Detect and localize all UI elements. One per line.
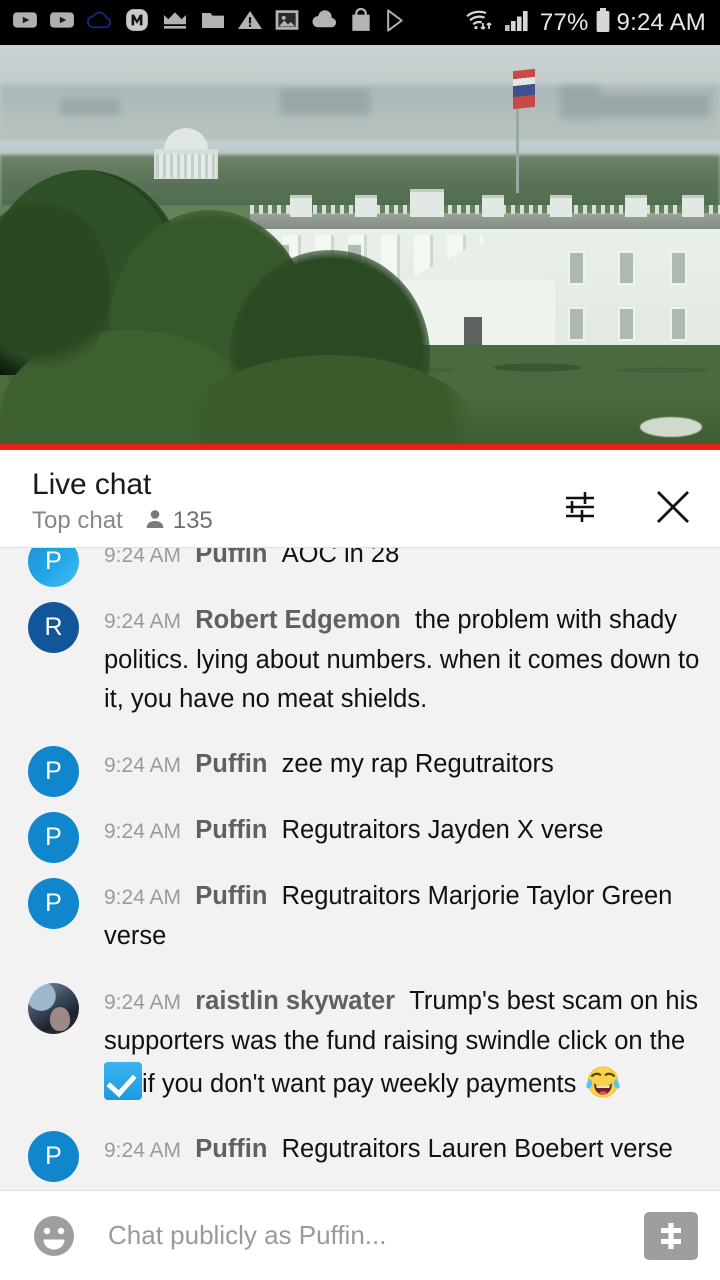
- chat-input[interactable]: [80, 1220, 644, 1251]
- chat-message[interactable]: R 9:24 AM Robert Edgemon the problem wit…: [0, 588, 720, 732]
- page-title: Live chat: [32, 468, 152, 501]
- video-frame-white-house: [0, 45, 720, 450]
- dollar-superchat-icon[interactable]: [644, 1211, 698, 1260]
- battery-icon: [595, 7, 611, 39]
- photo-icon: [274, 8, 300, 37]
- live-chat-header: Live chat Top chat 135: [0, 450, 720, 547]
- chat-message[interactable]: P 9:24 AM Puffin Regutraitors Jayden X v…: [0, 798, 720, 864]
- emoji-smiley-icon[interactable]: [28, 1210, 80, 1262]
- avatar-letter: P: [45, 889, 62, 917]
- avatar[interactable]: P: [28, 547, 79, 587]
- live-chat-header-text: Live chat Top chat 135: [32, 466, 558, 536]
- message-timestamp: 9:24 AM: [104, 820, 182, 843]
- chat-message-text: 9:24 AM Puffin Regutraitors Marjorie Tay…: [104, 877, 702, 956]
- message-timestamp: 9:24 AM: [104, 754, 182, 777]
- crown-icon: [161, 8, 189, 37]
- cellular-signal-icon: [504, 8, 534, 37]
- message-author[interactable]: Puffin: [195, 750, 267, 778]
- avatar-letter: P: [45, 1142, 62, 1170]
- chat-input-bar: [0, 1190, 720, 1280]
- message-author[interactable]: Puffin: [195, 816, 267, 844]
- warning-triangle-icon: [237, 8, 263, 37]
- city-haze: [0, 85, 720, 145]
- avatar[interactable]: P: [28, 878, 79, 929]
- chat-message-text: 9:24 AM Puffin AOC in 28: [104, 547, 702, 575]
- chat-message-text: 9:24 AM Puffin Regutraitors Lauren Boebe…: [104, 1130, 702, 1170]
- message-body-before: Trump's best scam on his supporters was …: [104, 987, 699, 1055]
- chat-message-list[interactable]: P 9:24 AM Puffin AOC in 28 R 9:24 AM Rob…: [0, 547, 720, 1190]
- wifi-icon: [464, 7, 498, 38]
- chat-message[interactable]: P 9:24 AM Puffin zee my rap Regutraitors: [0, 732, 720, 798]
- chat-message-text: 9:24 AM Puffin zee my rap Regutraitors: [104, 745, 702, 785]
- avatar[interactable]: R: [28, 602, 79, 653]
- m-badge-icon: [124, 7, 150, 38]
- chat-message-text: 9:24 AM raistlin skywater Trump's best s…: [104, 982, 702, 1104]
- avatar[interactable]: [28, 983, 79, 1034]
- message-author[interactable]: raistlin skywater: [195, 987, 395, 1015]
- chat-message[interactable]: 9:24 AM raistlin skywater Trump's best s…: [0, 969, 720, 1117]
- avatar-letter: R: [44, 613, 63, 641]
- chat-subheader: Top chat 135: [32, 506, 558, 536]
- face-with-tears-of-joy-emoji: [583, 1061, 623, 1101]
- white-check-mark-emoji: [104, 1062, 142, 1100]
- message-author[interactable]: Puffin: [195, 548, 267, 568]
- us-flag: [513, 68, 535, 110]
- chat-mode-label[interactable]: Top chat: [32, 506, 123, 536]
- message-author[interactable]: Puffin: [195, 1135, 267, 1163]
- message-body: Regutraitors Lauren Boebert verse: [281, 1135, 673, 1163]
- avatar-letter: P: [45, 547, 62, 575]
- viewer-count-label: 135: [172, 507, 213, 534]
- clock-label: 9:24 AM: [616, 8, 706, 36]
- play-store-icon: [384, 8, 409, 38]
- youtube-icon: [12, 7, 38, 38]
- live-chat-header-actions: [558, 466, 702, 530]
- message-body: the problem with shady politics. lying a…: [104, 606, 700, 713]
- status-bar-system-icons: 77% 9:24 AM: [464, 7, 706, 39]
- cloud-outline-icon: [86, 7, 113, 38]
- battery-percent-label: 77%: [539, 8, 589, 36]
- message-timestamp: 9:24 AM: [104, 991, 182, 1014]
- close-icon[interactable]: [650, 484, 696, 530]
- chat-message[interactable]: P 9:24 AM Puffin AOC in 28: [0, 547, 720, 588]
- avatar[interactable]: P: [28, 746, 79, 797]
- youtube-icon-2: [49, 7, 75, 38]
- message-body: AOC in 28: [281, 547, 400, 568]
- person-icon: [143, 507, 167, 536]
- tune-settings-icon[interactable]: [558, 485, 602, 529]
- chat-message[interactable]: P 9:24 AM Puffin Regutraitors Lauren Boe…: [0, 1117, 720, 1183]
- video-player[interactable]: [0, 45, 720, 450]
- message-timestamp: 9:24 AM: [104, 886, 182, 909]
- avatar[interactable]: P: [28, 812, 79, 863]
- message-body: Regutraitors Marjorie Taylor Green verse: [104, 882, 673, 950]
- message-timestamp: 9:24 AM: [104, 1139, 182, 1162]
- folder-icon: [200, 8, 226, 37]
- message-body: zee my rap Regutraitors: [281, 750, 554, 778]
- message-body: Regutraitors Jayden X verse: [281, 816, 604, 844]
- message-timestamp: 9:24 AM: [104, 610, 182, 633]
- message-timestamp: 9:24 AM: [104, 547, 182, 567]
- message-body-after: if you don't want pay weekly payments: [142, 1070, 584, 1098]
- fountain: [640, 417, 702, 437]
- cloud-filled-icon: [311, 9, 338, 36]
- avatar-letter: P: [45, 757, 62, 785]
- avatar-letter: P: [45, 823, 62, 851]
- status-bar: 77% 9:24 AM: [0, 0, 720, 45]
- viewer-count-group: 135: [143, 506, 213, 536]
- shopping-bag-icon: [349, 7, 373, 38]
- avatar[interactable]: P: [28, 1131, 79, 1182]
- status-bar-notification-icons: [12, 7, 464, 38]
- chat-message[interactable]: P 9:24 AM Puffin Regutraitors Marjorie T…: [0, 864, 720, 969]
- message-author[interactable]: Robert Edgemon: [195, 606, 400, 634]
- chat-message-text: 9:24 AM Puffin Regutraitors Jayden X ver…: [104, 811, 702, 851]
- foreground-trees: [0, 170, 500, 450]
- message-author[interactable]: Puffin: [195, 882, 267, 910]
- chat-message-text: 9:24 AM Robert Edgemon the problem with …: [104, 601, 702, 719]
